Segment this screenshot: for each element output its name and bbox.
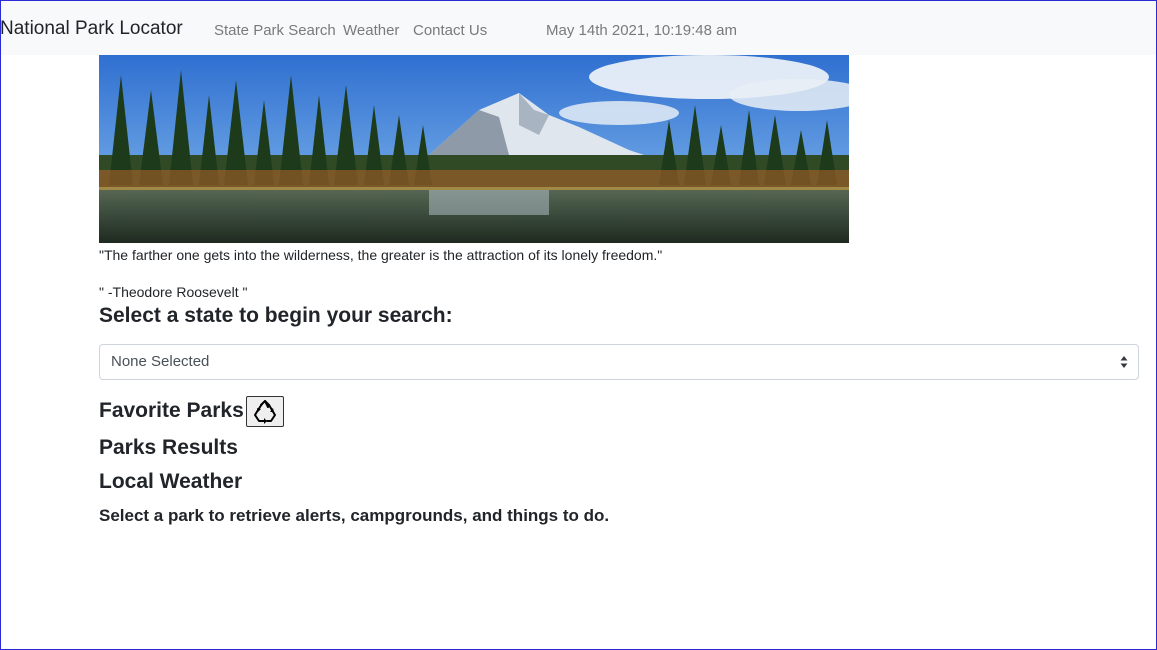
park-instruction-text: Select a park to retrieve alerts, campgr… bbox=[99, 506, 610, 525]
state-select[interactable]: None Selected bbox=[99, 344, 1139, 380]
hero-landscape-image bbox=[99, 55, 849, 243]
quote-text: "The farther one gets into the wildernes… bbox=[99, 247, 663, 263]
navbar: National Park Locator State Park Search … bbox=[0, 0, 1157, 55]
state-select-value: None Selected bbox=[111, 353, 210, 370]
state-search-heading: Select a state to begin your search: bbox=[99, 304, 453, 327]
brand-title[interactable]: National Park Locator bbox=[0, 18, 183, 40]
nav-link-weather[interactable]: Weather bbox=[343, 22, 399, 39]
landscape-illustration bbox=[99, 55, 849, 243]
nav-link-contact-us[interactable]: Contact Us bbox=[413, 22, 487, 39]
favorite-parks-heading: Favorite Parks bbox=[99, 399, 244, 422]
parks-results-heading: Parks Results bbox=[99, 436, 238, 459]
sort-caret-icon bbox=[1120, 356, 1128, 368]
local-weather-heading: Local Weather bbox=[99, 470, 243, 493]
current-datetime: May 14th 2021, 10:19:48 am bbox=[546, 22, 737, 39]
quote-author: " -Theodore Roosevelt " bbox=[99, 284, 248, 300]
clear-favorites-button[interactable] bbox=[246, 396, 284, 427]
recycle-icon bbox=[254, 399, 276, 424]
nav-link-state-park-search[interactable]: State Park Search bbox=[214, 22, 336, 39]
